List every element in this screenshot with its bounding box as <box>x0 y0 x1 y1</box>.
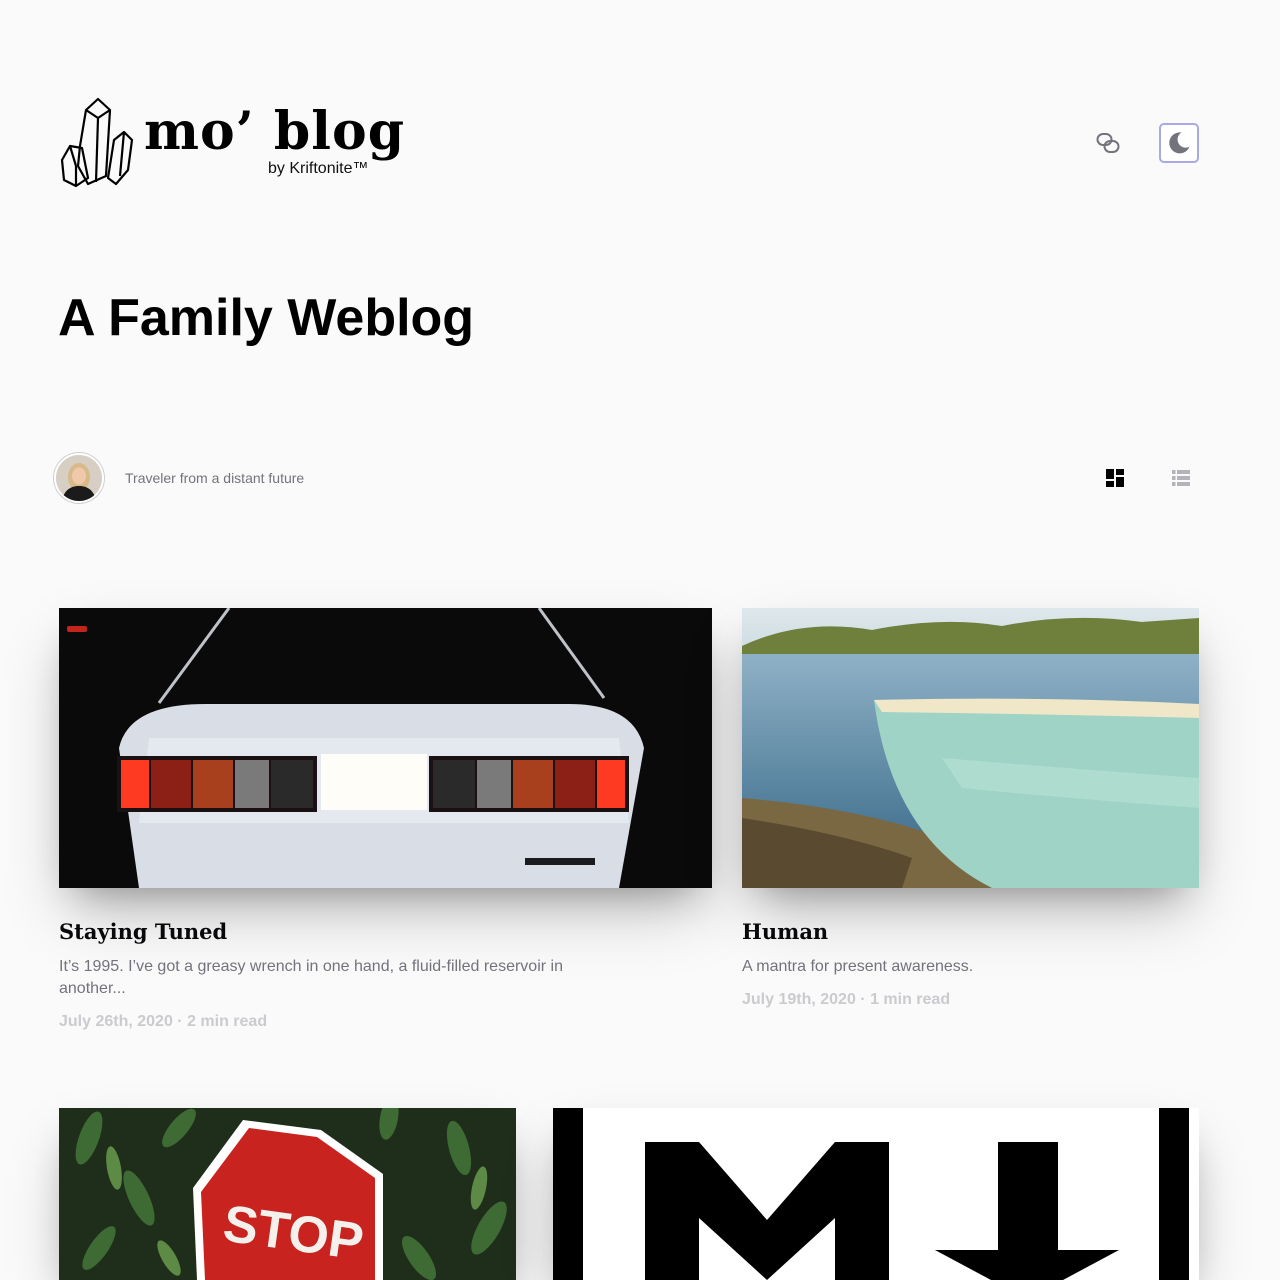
article-excerpt: A mantra for present awareness. <box>742 958 974 975</box>
article-image <box>553 1108 1199 1280</box>
article-image <box>742 608 1199 888</box>
grid-layout-icon <box>1106 469 1124 487</box>
article-card-staying-tuned[interactable]: Staying Tuned It’s 1995. I’ve got a grea… <box>59 608 712 1038</box>
dark-mode-toggle[interactable] <box>1159 123 1199 163</box>
article-card-human[interactable]: Human A mantra for present awareness. Ju… <box>742 608 1199 1018</box>
car-taillights-photo <box>59 608 712 888</box>
site-logo[interactable]: mo’ blog by Kriftonite™ <box>58 96 408 191</box>
crystal-logo-icon <box>60 97 134 188</box>
rows-layout-icon <box>1172 470 1190 486</box>
logo-wordmark: mo’ blog <box>144 101 406 162</box>
markdown-logo-image <box>553 1108 1199 1280</box>
rows-layout-button[interactable] <box>1167 464 1195 492</box>
article-title[interactable]: Staying Tuned <box>59 918 227 946</box>
page-title: A Family Weblog <box>58 289 475 347</box>
article-image: STOP <box>59 1108 516 1280</box>
article-excerpt: It’s 1995. I’ve got a greasy wrench in o… <box>59 958 563 997</box>
article-meta: July 26th, 2020 · 2 min read <box>59 1013 268 1030</box>
logo-tagline: by Kriftonite™ <box>268 160 369 177</box>
canoe-lake-photo <box>742 608 1199 888</box>
author-bio: Traveler from a distant future <box>125 470 305 486</box>
article-card-stop[interactable]: STOP <box>59 1108 516 1280</box>
link-icon <box>1096 133 1120 153</box>
stop-sign-photo: STOP <box>59 1108 516 1280</box>
copy-link-button[interactable] <box>1088 123 1128 163</box>
article-meta: July 19th, 2020 · 1 min read <box>742 991 951 1008</box>
avatar[interactable] <box>54 453 104 503</box>
article-image <box>59 608 712 888</box>
article-card-markdown[interactable] <box>553 1108 1199 1280</box>
moon-icon <box>1169 132 1190 154</box>
author-photo <box>56 455 102 501</box>
grid-layout-button[interactable] <box>1101 464 1129 492</box>
article-title[interactable]: Human <box>742 918 828 946</box>
